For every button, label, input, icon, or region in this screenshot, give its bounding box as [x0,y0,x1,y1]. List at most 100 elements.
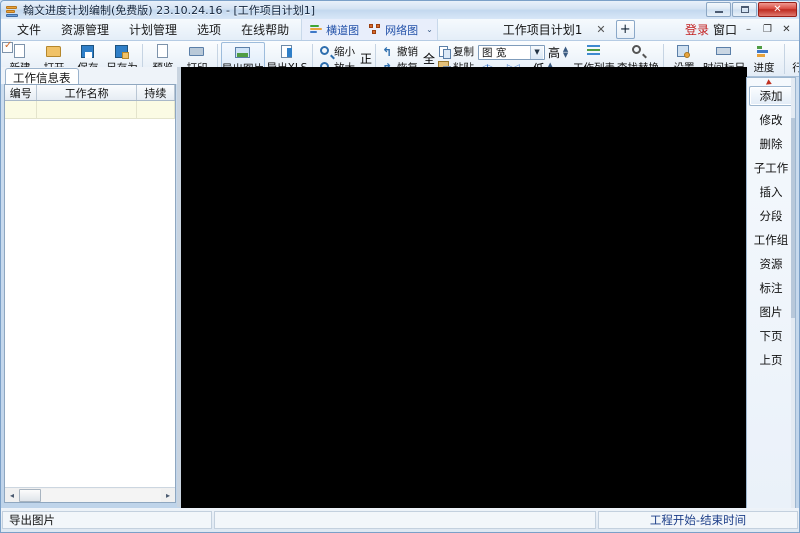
undo-icon: ↰ [382,44,393,59]
sidebar-item-modify[interactable]: 修改 [749,110,793,130]
login-link[interactable]: 登录 [685,21,709,38]
mdi-minimize-button[interactable]: – [741,22,756,37]
sidebar-item-workgroup[interactable]: 工作组 [749,230,793,250]
chevron-down-icon[interactable]: ⌄ [426,25,433,34]
minimize-button[interactable] [706,2,731,17]
printer-icon [189,44,205,59]
chart-size-value: 图 宽 [482,46,507,59]
sidebar-item-subtask[interactable]: 子工作 [749,158,793,178]
sidebar-item-add[interactable]: 添加 [749,86,793,106]
window-menu[interactable]: 窗口 [713,21,737,38]
copy-icon [438,45,452,59]
menu-bar: 文件 资源管理 计划管理 选项 在线帮助 横道图 网络图 ⌄ 工作项目计划1 ✕… [1,19,799,41]
table-body-empty[interactable] [5,119,175,500]
panel-splitter[interactable] [177,67,181,507]
scroll-right-arrow-icon[interactable]: ▸ [161,489,175,502]
new-tab-button[interactable]: + [615,20,635,39]
settings-gear-icon [676,44,692,59]
print-preview-icon [155,44,171,59]
menu-item-plan-management[interactable]: 计划管理 [119,19,187,40]
export-image-icon [235,45,251,60]
zoom-out-icon [319,45,332,58]
maximize-button[interactable] [732,2,757,17]
status-bar: 导出图片 工程开始-结束时间 [1,508,799,532]
height-stepper[interactable]: ▲ ▼ [561,46,570,59]
open-folder-icon [46,44,62,59]
progress-label: 进度 [753,62,775,74]
document-tab[interactable]: 工作项目计划1 ✕ + [493,19,635,40]
sidebar-item-prev-page[interactable]: 上页 [749,350,793,370]
work-list-icon [586,44,602,59]
table-horizontal-scrollbar[interactable]: ◂ ▸ [5,487,175,502]
gantt-chart-icon [310,24,323,35]
table-row[interactable] [5,101,175,119]
cell-work-name[interactable] [37,101,137,118]
sidebar-item-insert[interactable]: 插入 [749,182,793,202]
menu-item-options[interactable]: 选项 [187,19,231,40]
sidebar-item-next-page[interactable]: 下页 [749,326,793,346]
progress-button[interactable]: 进度 [747,42,781,75]
scroll-left-arrow-icon[interactable]: ◂ [5,489,19,502]
new-document-icon [12,44,28,59]
column-header-id[interactable]: 编号 [5,85,38,100]
mdi-restore-button[interactable]: ❐ [760,22,775,37]
sidebar-item-annotation[interactable]: 标注 [749,278,793,298]
zoom-out-label: 缩小 [334,45,355,58]
copy-label: 复制 [453,45,475,58]
export-xls-icon [279,44,295,59]
row-order-button[interactable]: A↓ 行顺序 [788,42,799,75]
application-window: 翰文进度计划编制(免费版) 23.10.24.16 - [工作项目计划1] ✕ … [0,0,800,533]
mdi-close-button[interactable]: ✕ [779,22,794,37]
document-tab-close-icon[interactable]: ✕ [592,23,609,36]
cell-duration[interactable] [137,101,175,118]
scroll-track[interactable] [19,488,161,502]
save-disk-icon [80,44,96,59]
action-sidebar: 添加 修改 删除 子工作 插入 分段 工作组 资源 标注 图片 下页 上页 [746,77,796,509]
left-panel-tabstrip: 工作信息表 [1,67,179,88]
status-pane-action: 导出图片 [2,511,212,529]
status-pane-project-dates[interactable]: 工程开始-结束时间 [598,511,798,529]
progress-icon [756,44,772,59]
height-label: 高 [548,45,561,60]
app-bars-icon [5,4,19,17]
document-tab-label: 工作项目计划1 [502,23,583,37]
toolbar-separator [784,44,786,74]
view-tabs: 横道图 网络图 ⌄ [301,19,438,40]
table-header-row: 编号 工作名称 持续 [5,85,175,101]
window-controls: ✕ [706,2,797,17]
zoom-out-button[interactable]: 缩小 [316,44,358,59]
save-as-icon [114,44,130,59]
menu-item-resource-management[interactable]: 资源管理 [51,19,119,40]
close-button[interactable]: ✕ [758,2,797,17]
undo-button[interactable]: ↰ 撤销 [379,44,421,59]
work-info-table-panel: 编号 工作名称 持续 ◂ ▸ [4,84,176,503]
sidebar-item-image[interactable]: 图片 [749,302,793,322]
gantt-chart-canvas[interactable] [181,77,747,509]
menu-item-online-help[interactable]: 在线帮助 [231,19,299,40]
column-header-duration[interactable]: 持续 [137,85,175,100]
scroll-thumb[interactable] [19,488,41,502]
cell-id[interactable] [5,101,38,118]
menu-items: 文件 资源管理 计划管理 选项 在线帮助 [1,19,299,40]
chart-size-combo[interactable]: 图 宽 ▼ [478,44,546,60]
sidebar-item-resource[interactable]: 资源 [749,254,793,274]
chart-canvas-top [181,67,747,77]
chevron-down-icon[interactable]: ▼ [530,45,544,59]
tab-network-diagram[interactable]: 网络图 [365,21,422,39]
sidebar-scrollbar[interactable] [791,78,795,508]
menu-right-controls: 登录 窗口 – ❐ ✕ [685,19,799,40]
copy-button[interactable]: 复制 [435,44,477,59]
height-stepper-down[interactable]: ▼ [561,52,570,59]
undo-label: 撤销 [397,45,419,58]
tab-gantt-chart[interactable]: 横道图 [306,21,363,39]
toolbar-order-group: A↓ 行顺序 [788,42,799,76]
tab-gantt-chart-label: 横道图 [326,23,360,37]
column-header-work-name[interactable]: 工作名称 [37,85,137,100]
status-pane-middle [214,511,596,529]
menu-item-file[interactable]: 文件 [7,19,51,40]
tab-network-diagram-label: 网络图 [385,23,419,37]
sidebar-item-delete[interactable]: 删除 [749,134,793,154]
window-title: 翰文进度计划编制(免费版) 23.10.24.16 - [工作项目计划1] [23,4,316,17]
time-ruler-icon [716,44,732,59]
sidebar-item-split[interactable]: 分段 [749,206,793,226]
